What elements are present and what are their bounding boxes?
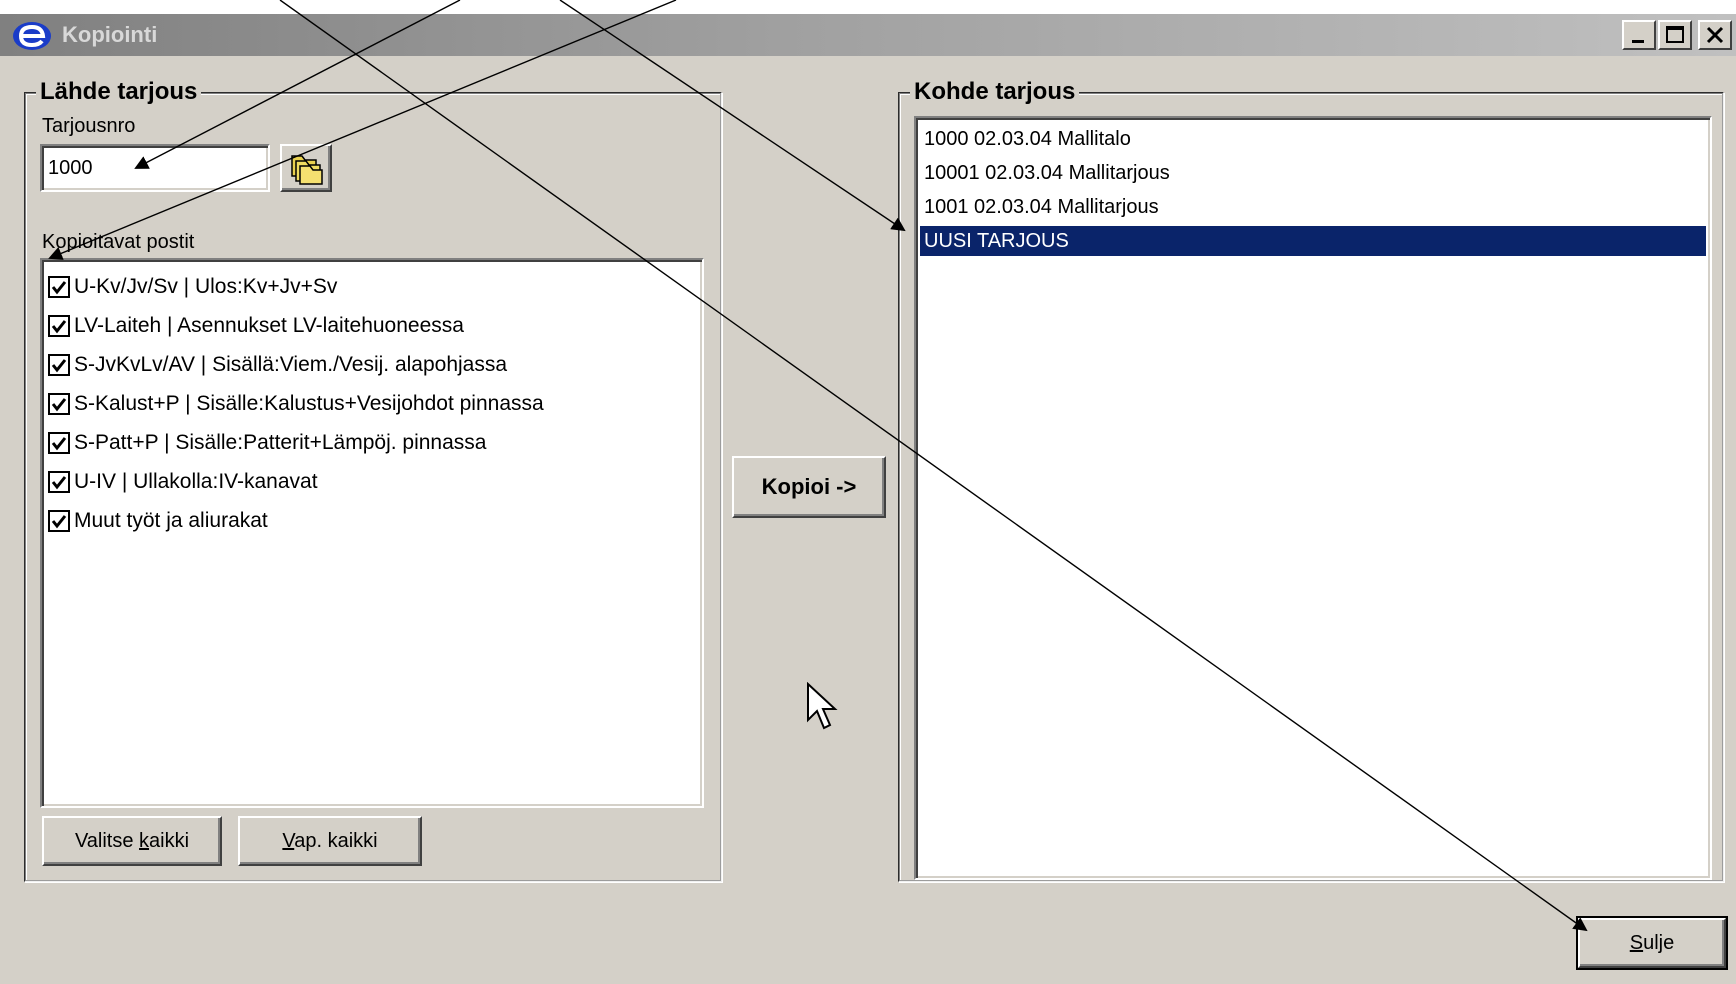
arrow-to-checklist bbox=[48, 0, 677, 260]
arrow-to-close bbox=[279, 0, 1588, 932]
arrow-to-new-offer bbox=[559, 0, 906, 232]
annotation-arrows bbox=[48, 0, 1588, 932]
arrow-to-offer-number bbox=[134, 0, 461, 169]
